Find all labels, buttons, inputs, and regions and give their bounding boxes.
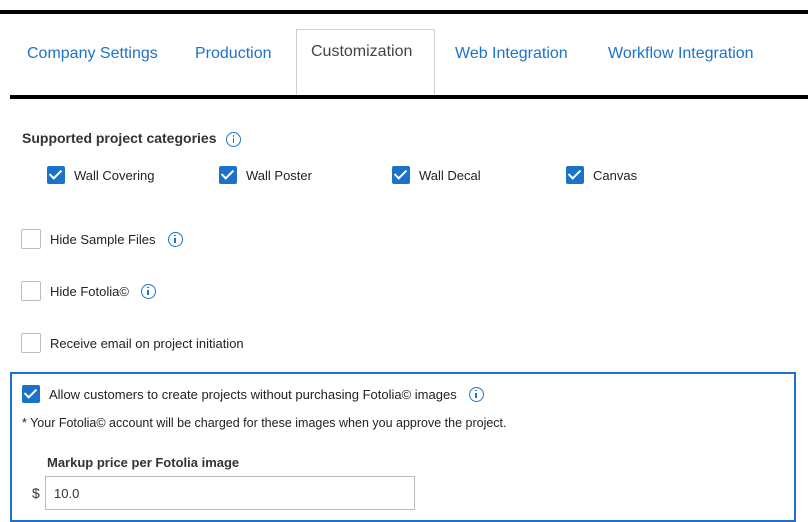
checkbox-unchecked-icon[interactable] xyxy=(21,229,41,249)
tab-customization[interactable]: Customization xyxy=(296,29,435,95)
category-canvas[interactable]: Canvas xyxy=(566,166,637,184)
checkbox-unchecked-icon[interactable] xyxy=(21,281,41,301)
categories-title-label: Supported project categories xyxy=(22,130,217,146)
category-wall-poster[interactable]: Wall Poster xyxy=(219,166,312,184)
settings-tabs: Company Settings Production Customizatio… xyxy=(0,14,808,95)
info-icon[interactable] xyxy=(140,283,156,299)
category-label: Wall Covering xyxy=(74,167,155,183)
checkbox-unchecked-icon[interactable] xyxy=(21,333,41,353)
tab-company-settings[interactable]: Company Settings xyxy=(27,40,158,68)
option-hide-sample-files[interactable]: Hide Sample Files xyxy=(21,229,183,249)
option-receive-email[interactable]: Receive email on project initiation xyxy=(21,333,244,353)
content-top-border xyxy=(10,95,808,99)
markup-price-input[interactable] xyxy=(45,476,415,510)
info-icon[interactable] xyxy=(167,231,183,247)
category-label: Wall Decal xyxy=(419,167,481,183)
categories-title: Supported project categories xyxy=(22,130,242,147)
tab-production[interactable]: Production xyxy=(195,40,272,68)
currency-symbol: $ xyxy=(32,485,40,501)
fotolia-charge-note: * Your Fotolia© account will be charged … xyxy=(22,416,507,430)
category-wall-decal[interactable]: Wall Decal xyxy=(392,166,481,184)
checkbox-checked-icon[interactable] xyxy=(22,385,40,403)
checkbox-checked-icon[interactable] xyxy=(47,166,65,184)
checkbox-checked-icon[interactable] xyxy=(219,166,237,184)
option-hide-fotolia[interactable]: Hide Fotolia© xyxy=(21,281,156,301)
checkbox-checked-icon[interactable] xyxy=(392,166,410,184)
markup-price-label: Markup price per Fotolia image xyxy=(47,455,240,470)
category-wall-covering[interactable]: Wall Covering xyxy=(47,166,154,184)
info-icon[interactable] xyxy=(226,131,242,147)
info-icon[interactable] xyxy=(468,386,484,402)
category-label: Canvas xyxy=(593,167,638,183)
option-label: Allow customers to create projects witho… xyxy=(49,386,457,402)
option-label: Hide Fotolia© xyxy=(50,283,129,299)
option-allow-without-purchase[interactable]: Allow customers to create projects witho… xyxy=(22,385,484,403)
option-label: Receive email on project initiation xyxy=(50,335,244,351)
option-label: Hide Sample Files xyxy=(50,231,156,247)
checkbox-checked-icon[interactable] xyxy=(566,166,584,184)
tab-workflow-integration[interactable]: Workflow Integration xyxy=(608,40,754,68)
tab-web-integration[interactable]: Web Integration xyxy=(455,40,568,68)
category-label: Wall Poster xyxy=(246,167,312,183)
